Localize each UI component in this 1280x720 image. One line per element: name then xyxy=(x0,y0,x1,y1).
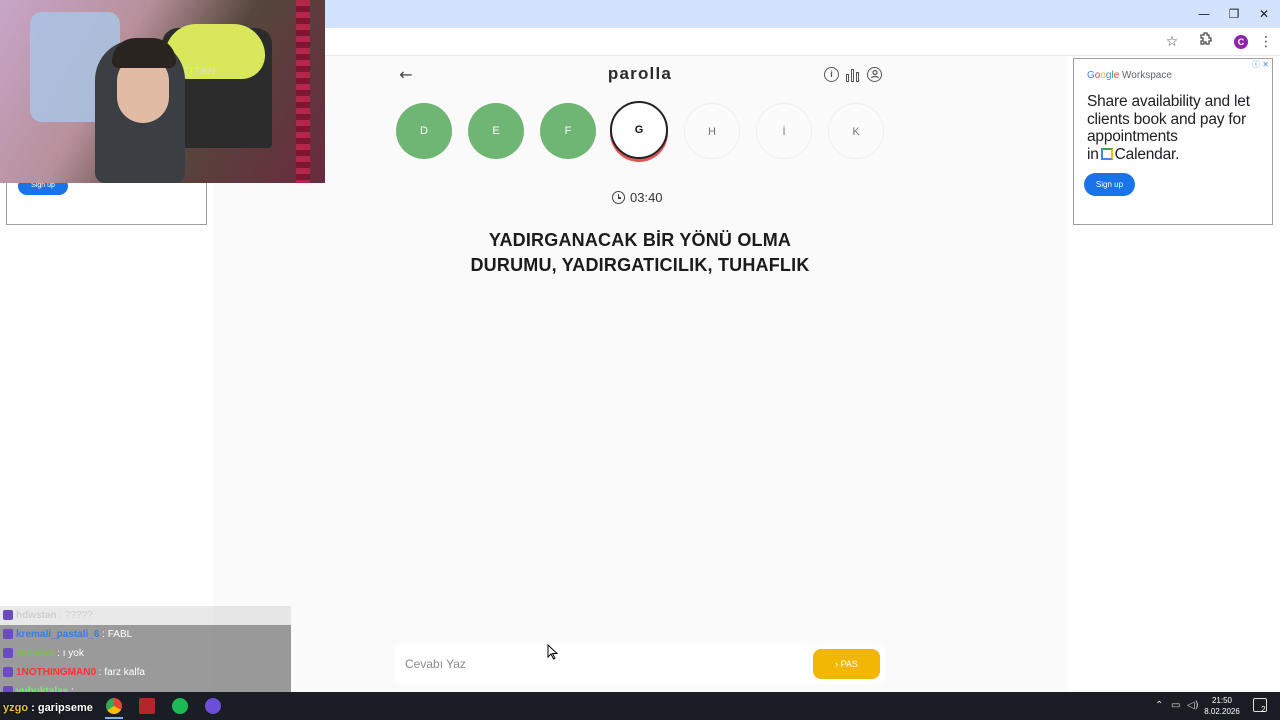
mouse-cursor-icon xyxy=(547,644,559,660)
letter-circle-g-current: G xyxy=(610,101,668,159)
stats-icon[interactable] xyxy=(846,68,860,82)
tray-chevron-icon[interactable]: ⌃ xyxy=(1155,700,1163,711)
google-wordmark: Google xyxy=(1087,70,1120,81)
pass-button[interactable]: › PAS xyxy=(813,649,880,679)
clock-icon xyxy=(612,191,625,204)
chrome-taskbar-icon[interactable] xyxy=(106,698,122,714)
chat-message: Gilzeem : ı yok xyxy=(0,644,291,663)
extensions-icon[interactable] xyxy=(1196,32,1216,52)
chat-message: hdwstan : ????? xyxy=(0,606,291,625)
chat-badge-icon xyxy=(3,610,13,620)
google-workspace-logo: Google Workspace xyxy=(1087,70,1172,81)
volume-icon[interactable]: ◁) xyxy=(1187,700,1199,711)
tinsel-decoration xyxy=(296,0,310,183)
chat-badge-icon xyxy=(3,667,13,677)
letter-circle-k: K xyxy=(828,103,884,159)
spotify-taskbar-icon[interactable] xyxy=(172,698,188,714)
chat-badge-icon xyxy=(3,648,13,658)
app-taskbar-icon[interactable] xyxy=(139,698,155,714)
workspace-wordmark: Workspace xyxy=(1122,70,1172,81)
answer-input[interactable] xyxy=(405,654,785,674)
discord-taskbar-icon[interactable] xyxy=(205,698,221,714)
minimize-button[interactable]: — xyxy=(1193,4,1215,24)
letter-circle-f: F xyxy=(540,103,596,159)
question-text: YADIRGANACAK BİR YÖNÜ OLMA DURUMU, YADIR… xyxy=(420,228,860,277)
ad-headline[interactable]: Share availability and let clients book … xyxy=(1087,93,1267,163)
chair-logo-text: TITAN xyxy=(183,66,217,77)
chat-badge-icon xyxy=(3,629,13,639)
ad-headline-prefix: in xyxy=(1087,145,1099,163)
letter-circle-i: İ xyxy=(756,103,812,159)
answer-bar: › PAS xyxy=(395,644,885,684)
letter-circle-d: D xyxy=(396,103,452,159)
ad-headline-line1: Share availability and let clients book … xyxy=(1087,93,1250,145)
question-line-2: DURUMU, YADIRGATICILIK, TUHAFLIK xyxy=(470,254,810,275)
clock-time: 21:50 xyxy=(1211,696,1233,705)
webcam-overlay: TITAN xyxy=(0,0,325,183)
screen: — ❐ ✕ ☆ ⋮ C Sign up ⓘ ✕ Google Workspace… xyxy=(0,0,1280,720)
notification-count: 2 xyxy=(1261,705,1266,714)
ad-headline-suffix: Calendar. xyxy=(1114,145,1180,163)
calendar-icon xyxy=(1100,147,1113,160)
chat-message: 1NOTHINGMAN0 : farz kalfa xyxy=(0,663,291,682)
profile-avatar[interactable]: C xyxy=(1234,35,1248,49)
user-profile-icon[interactable] xyxy=(867,67,882,82)
countdown-timer: 03:40 xyxy=(612,190,663,208)
letter-circle-h: H xyxy=(684,103,740,159)
adchoices-icon[interactable]: ⓘ ✕ xyxy=(1252,59,1272,69)
timer-value: 03:40 xyxy=(630,190,663,205)
question-line-1: YADIRGANACAK BİR YÖNÜ OLMA xyxy=(488,230,792,250)
bookmark-star-icon[interactable]: ☆ xyxy=(1162,32,1182,52)
system-clock[interactable]: 21:50 8.02.2026 xyxy=(1200,695,1244,717)
back-arrow-icon[interactable]: ← xyxy=(397,66,415,84)
clock-date: 8.02.2026 xyxy=(1204,707,1240,716)
windows-taskbar xyxy=(0,692,1280,720)
network-icon[interactable]: ▭ xyxy=(1171,700,1180,711)
letter-wheel: D E F G H İ K xyxy=(396,101,886,161)
streamer-hair xyxy=(112,38,176,68)
close-button[interactable]: ✕ xyxy=(1253,4,1275,24)
game-logo: parolla xyxy=(607,64,673,83)
chat-subtitle: yzgo : garipseme xyxy=(3,702,93,714)
chat-message: kremali_pastali_6 : FABL xyxy=(0,625,291,644)
browser-menu-icon[interactable]: ⋮ xyxy=(1256,32,1276,52)
info-icon[interactable]: i xyxy=(824,67,839,82)
restore-button[interactable]: ❐ xyxy=(1223,4,1245,24)
chat-overlay: hdwstan : ????? kremali_pastali_6 : FABL… xyxy=(0,606,291,701)
right-ad-signup-button[interactable]: Sign up xyxy=(1084,173,1135,196)
active-app-indicator xyxy=(105,717,123,719)
letter-circle-e: E xyxy=(468,103,524,159)
